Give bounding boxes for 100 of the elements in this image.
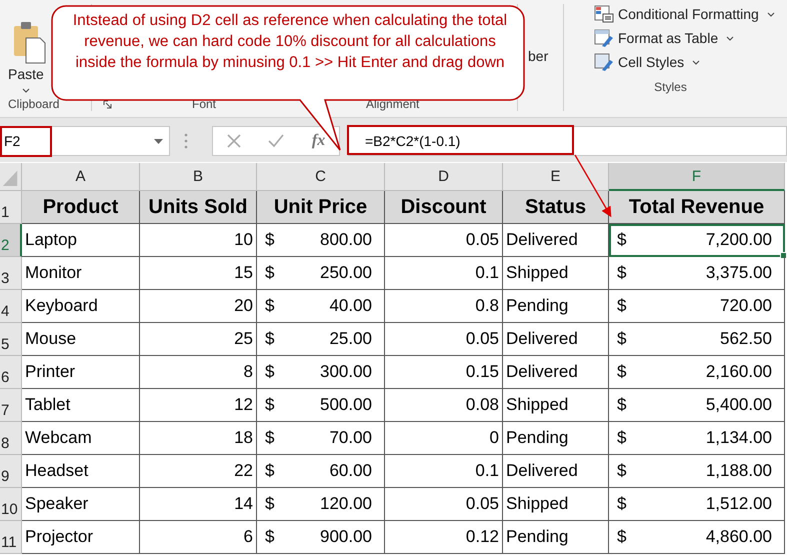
table-cell: Delivered <box>503 455 609 488</box>
table-cell: 0.1 <box>385 257 503 290</box>
row-header[interactable]: 1 <box>0 191 22 224</box>
currency-symbol: $ <box>265 527 274 547</box>
table-cell: Pending <box>503 290 609 323</box>
formula-field[interactable]: =B2*C2*(1-0.1) <box>348 126 787 156</box>
table-cell: 25 <box>140 323 257 356</box>
table-cell: Tablet <box>22 389 140 422</box>
column-header[interactable]: F <box>609 163 785 191</box>
table-cell: 0.08 <box>385 389 503 422</box>
ribbon-button[interactable]: Format as Table <box>594 28 734 48</box>
amount: 5,400.00 <box>706 395 772 415</box>
table-cell: Mouse <box>22 323 140 356</box>
currency-symbol: $ <box>617 362 626 382</box>
currency-symbol: $ <box>617 494 626 514</box>
table-cell: 20 <box>140 290 257 323</box>
table-cell: Laptop <box>22 224 140 257</box>
ribbon-button[interactable]: Cell Styles <box>594 52 700 72</box>
row-header[interactable]: 7 <box>0 389 22 422</box>
table-cell: 0.15 <box>385 356 503 389</box>
table-cell: 0.8 <box>385 290 503 323</box>
table-icon <box>594 53 614 71</box>
header-cell: Product <box>22 191 140 224</box>
amount: 70.00 <box>329 428 372 448</box>
table-cell: Shipped <box>503 488 609 521</box>
table-cell: Speaker <box>22 488 140 521</box>
currency-symbol: $ <box>617 296 626 316</box>
table-cell: Webcam <box>22 422 140 455</box>
amount: 720.00 <box>720 296 772 316</box>
currency-symbol: $ <box>265 461 274 481</box>
currency-symbol: $ <box>265 329 274 349</box>
amount: 60.00 <box>329 461 372 481</box>
caret-icon[interactable] <box>22 88 30 93</box>
table-cell: 22 <box>140 455 257 488</box>
column-header[interactable]: A <box>22 163 140 191</box>
currency-symbol: $ <box>265 263 274 283</box>
grip-icon <box>184 133 188 149</box>
table-cell: Delivered <box>503 224 609 257</box>
currency-symbol: $ <box>265 428 274 448</box>
currency-symbol: $ <box>617 230 626 250</box>
fill-handle[interactable] <box>780 252 787 259</box>
insert-function-button[interactable]: fx <box>312 132 326 150</box>
row-header[interactable]: 5 <box>0 323 22 356</box>
caret-icon <box>766 12 775 16</box>
currency-symbol: $ <box>617 428 626 448</box>
amount: 4,860.00 <box>706 527 772 547</box>
table-cell: Printer <box>22 356 140 389</box>
amount: 900.00 <box>320 527 372 547</box>
table-cell: Shipped <box>503 257 609 290</box>
currency-symbol: $ <box>617 329 626 349</box>
table-cell: 0 <box>385 422 503 455</box>
currency-symbol: $ <box>265 230 274 250</box>
dropdown-icon[interactable] <box>154 138 163 144</box>
currency-symbol: $ <box>265 395 274 415</box>
header-cell: Unit Price <box>257 191 385 224</box>
currency-symbol: $ <box>265 362 274 382</box>
amount: 25.00 <box>329 329 372 349</box>
amount: 1,188.00 <box>706 461 772 481</box>
paste-button[interactable]: Paste <box>8 66 44 82</box>
table-icon <box>594 29 614 47</box>
column-header[interactable]: D <box>385 163 503 191</box>
table-cell: Monitor <box>22 257 140 290</box>
row-header[interactable]: 6 <box>0 356 22 389</box>
table-cell: Keyboard <box>22 290 140 323</box>
name-box[interactable]: F2 <box>0 126 170 156</box>
row-header[interactable]: 2 <box>0 224 22 257</box>
table-cell: 0.05 <box>385 224 503 257</box>
table-cell: Delivered <box>503 356 609 389</box>
row-header[interactable]: 8 <box>0 422 22 455</box>
dialog-launcher-icon[interactable] <box>103 100 112 108</box>
amount: 7,200.00 <box>706 230 772 250</box>
amount: 120.00 <box>320 494 372 514</box>
row-header[interactable]: 3 <box>0 257 22 290</box>
table-cell: Headset <box>22 455 140 488</box>
selected-cell[interactable]: $ 7,200.00 <box>609 224 785 257</box>
table-cell: 10 <box>140 224 257 257</box>
group-label: Alignment <box>366 97 420 111</box>
table-cell: Pending <box>503 422 609 455</box>
table-icon <box>594 5 614 23</box>
column-header[interactable]: B <box>140 163 257 191</box>
highlight-box <box>0 126 52 157</box>
amount: 500.00 <box>320 395 372 415</box>
header-cell: Total Revenue <box>609 191 785 224</box>
ribbon-button[interactable]: Conditional Formatting <box>594 4 775 24</box>
amount: 300.00 <box>320 362 372 382</box>
amount: 2,160.00 <box>706 362 772 382</box>
row-header[interactable]: 9 <box>0 455 22 488</box>
caret-icon <box>692 60 700 64</box>
row-header[interactable]: 10 <box>0 488 22 521</box>
currency-symbol: $ <box>617 461 626 481</box>
table-cell: 15 <box>140 257 257 290</box>
column-header[interactable]: E <box>503 163 609 191</box>
check-icon[interactable] <box>268 134 284 148</box>
currency-symbol: $ <box>617 263 626 283</box>
caret-icon <box>726 36 734 40</box>
column-header[interactable]: C <box>257 163 385 191</box>
row-header[interactable]: 4 <box>0 290 22 323</box>
header-cell: Units Sold <box>140 191 257 224</box>
row-header[interactable]: 11 <box>0 521 22 554</box>
table-cell: 0.05 <box>385 488 503 521</box>
